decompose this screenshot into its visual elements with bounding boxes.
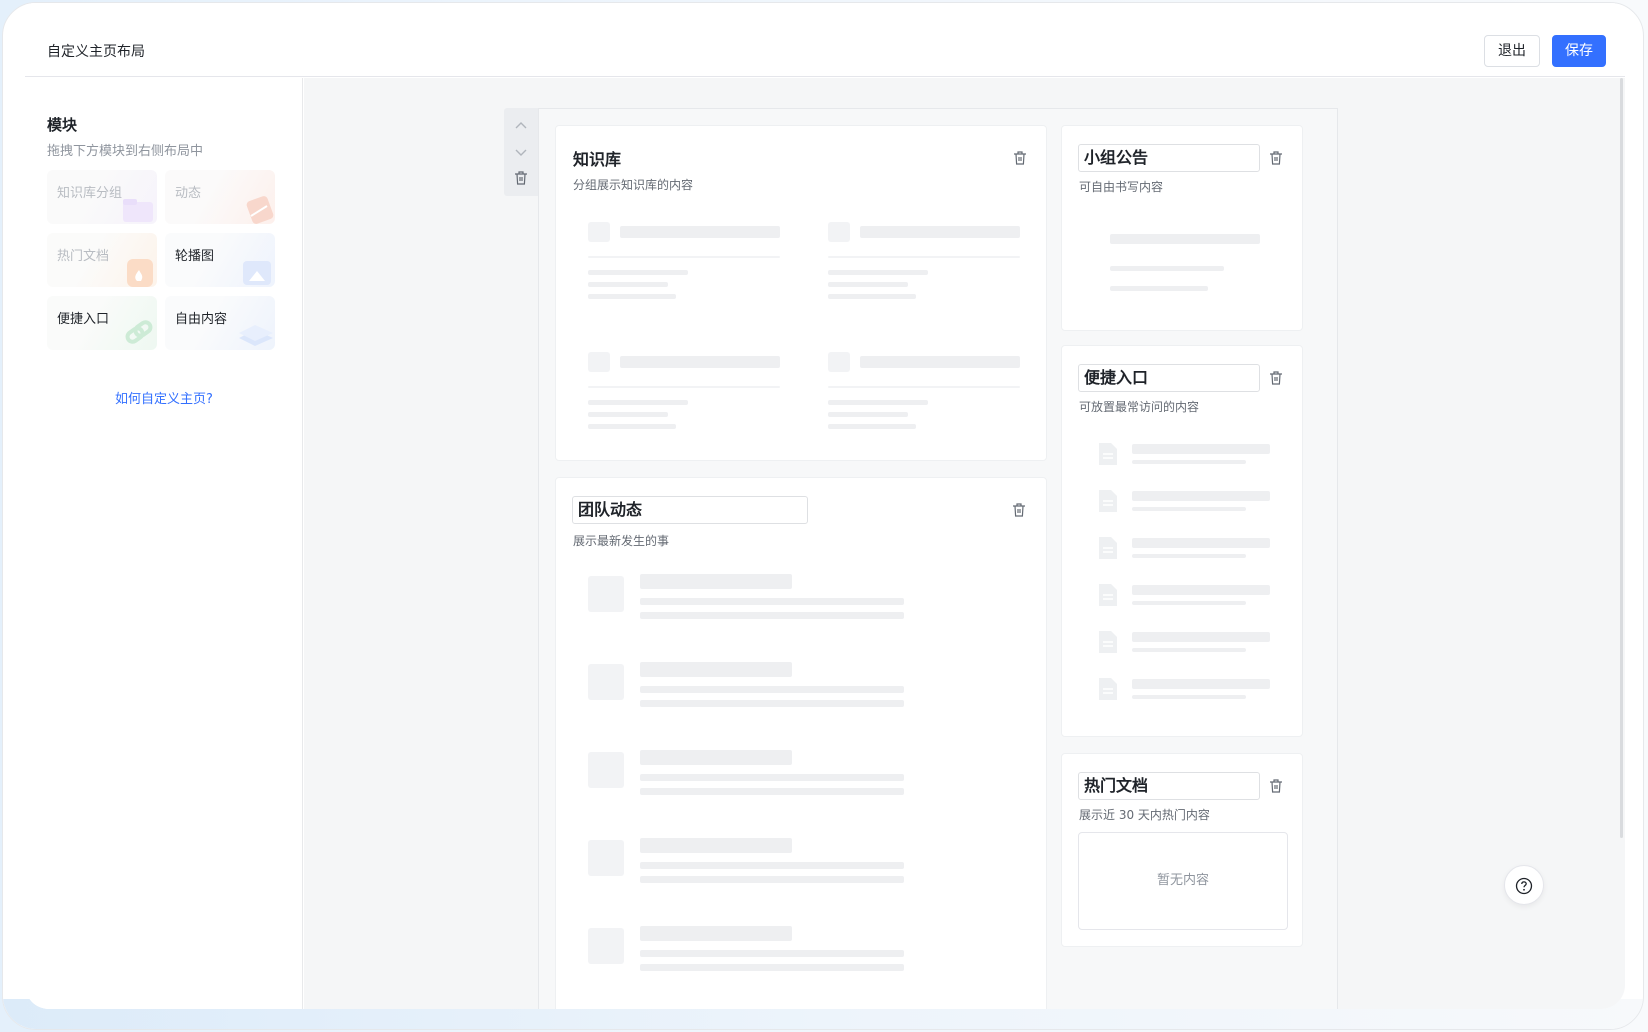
- question-icon: [1515, 877, 1533, 894]
- help-button[interactable]: [1504, 865, 1544, 905]
- delete-row-icon[interactable]: [513, 170, 529, 186]
- empty-state: 暂无内容: [1078, 832, 1288, 930]
- page-title: 自定义主页布局: [47, 44, 145, 60]
- layout-canvas: 知识库 分组展示知识库的内容 团队动态 展示最新发生的事 小组公告 可自由书写内…: [304, 78, 1625, 1009]
- layers-icon: [239, 325, 273, 346]
- module-free-content[interactable]: 自由内容: [165, 296, 275, 350]
- pencil-icon: [246, 196, 274, 224]
- how-to-customize-link[interactable]: 如何自定义主页?: [25, 388, 303, 407]
- device-frame: 自定义主页布局 退出 保存 模块 拖拽下方模块到右侧布局中 知识库分组 动态 热…: [2, 2, 1644, 1030]
- trash-icon[interactable]: [1268, 778, 1284, 794]
- module-label: 便捷入口: [57, 312, 110, 327]
- card-title-input[interactable]: 团队动态: [572, 496, 808, 524]
- link-icon: [125, 320, 153, 344]
- module-sidebar: 模块 拖拽下方模块到右侧布局中 知识库分组 动态 热门文档 轮播图 便捷入口 自…: [25, 78, 303, 1009]
- module-activity[interactable]: 动态: [165, 170, 275, 224]
- skeleton-line: [1110, 234, 1260, 244]
- module-knowledge-group[interactable]: 知识库分组: [47, 170, 157, 224]
- document-icon: [1099, 631, 1117, 653]
- document-icon: [1099, 678, 1117, 700]
- trash-icon[interactable]: [1011, 502, 1027, 518]
- module-label: 动态: [175, 186, 202, 201]
- canvas-scrollbar[interactable]: [1620, 78, 1623, 838]
- empty-state-text: 暂无内容: [1156, 873, 1209, 888]
- folder-icon: [123, 199, 153, 222]
- document-icon: [1099, 490, 1117, 512]
- module-carousel[interactable]: 轮播图: [165, 233, 275, 287]
- shortcut-card[interactable]: 便捷入口 可放置最常访问的内容: [1061, 345, 1303, 737]
- document-icon: [1099, 584, 1117, 606]
- document-icon: [1099, 537, 1117, 559]
- card-description: 展示最新发生的事: [573, 534, 670, 548]
- card-description: 展示近 30 天内热门内容: [1079, 808, 1210, 822]
- document-icon: [1099, 443, 1117, 465]
- card-title-input[interactable]: 小组公告: [1078, 144, 1260, 172]
- card-description: 可自由书写内容: [1079, 180, 1164, 194]
- save-button[interactable]: 保存: [1552, 35, 1606, 67]
- row-controls: [504, 108, 538, 196]
- layout-board: 知识库 分组展示知识库的内容 团队动态 展示最新发生的事 小组公告 可自由书写内…: [538, 108, 1338, 1009]
- module-label: 轮播图: [175, 249, 215, 264]
- app-window: 自定义主页布局 退出 保存 模块 拖拽下方模块到右侧布局中 知识库分组 动态 热…: [25, 3, 1625, 1009]
- trash-icon[interactable]: [1268, 370, 1284, 386]
- team-activity-card[interactable]: 团队动态 展示最新发生的事: [555, 477, 1047, 1009]
- card-title-input[interactable]: 便捷入口: [1078, 364, 1260, 392]
- card-title-input[interactable]: 热门文档: [1078, 772, 1260, 800]
- top-bar: 自定义主页布局 退出 保存: [25, 3, 1625, 77]
- exit-button[interactable]: 退出: [1484, 35, 1540, 67]
- sidebar-subtitle: 拖拽下方模块到右侧布局中: [47, 144, 204, 159]
- trash-icon[interactable]: [1012, 150, 1028, 166]
- module-hot-docs[interactable]: 热门文档: [47, 233, 157, 287]
- knowledge-card[interactable]: 知识库 分组展示知识库的内容: [555, 125, 1047, 461]
- flame-icon: [127, 259, 153, 287]
- card-title: 知识库: [573, 150, 622, 169]
- skeleton-line: [1110, 286, 1208, 291]
- module-label: 自由内容: [175, 312, 228, 327]
- hot-docs-card[interactable]: 热门文档 展示近 30 天内热门内容 暂无内容: [1061, 753, 1303, 947]
- trash-icon[interactable]: [1268, 150, 1284, 166]
- chevron-up-icon[interactable]: [513, 118, 529, 134]
- module-label: 热门文档: [57, 249, 110, 264]
- card-description: 分组展示知识库的内容: [573, 178, 694, 192]
- image-icon: [243, 261, 271, 285]
- sidebar-title: 模块: [47, 116, 78, 134]
- card-description: 可放置最常访问的内容: [1079, 400, 1200, 414]
- module-shortcut[interactable]: 便捷入口: [47, 296, 157, 350]
- group-notice-card[interactable]: 小组公告 可自由书写内容: [1061, 125, 1303, 331]
- chevron-down-icon[interactable]: [513, 144, 529, 160]
- skeleton-line: [1110, 266, 1224, 271]
- module-label: 知识库分组: [57, 186, 123, 201]
